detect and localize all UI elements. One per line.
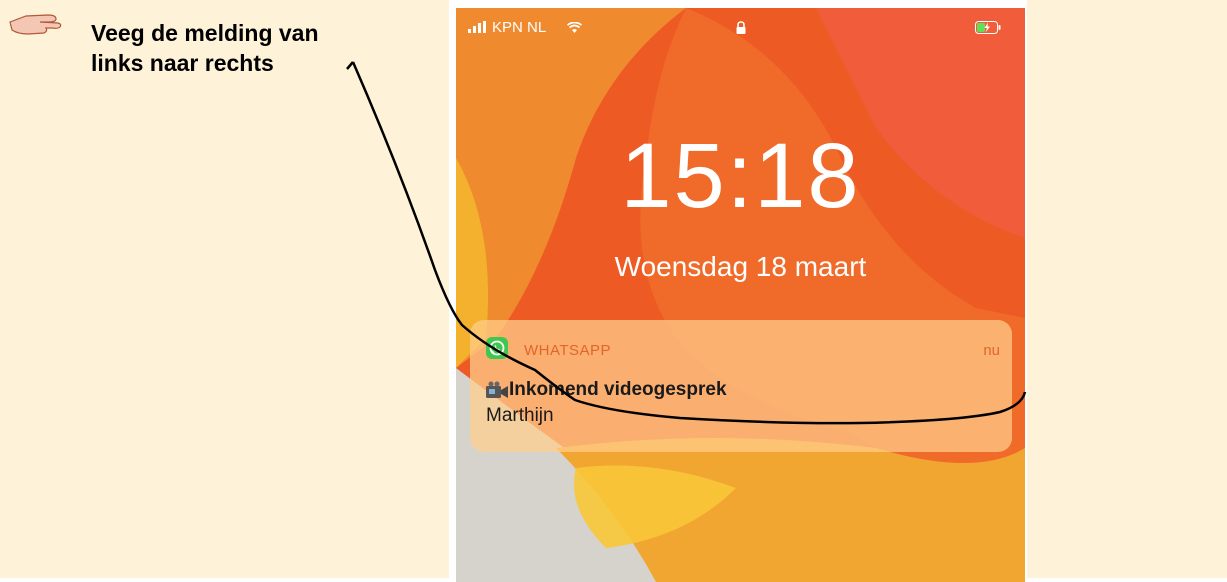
- notification-title: Inkomend videogesprek: [509, 379, 727, 400]
- iphone-lockscreen: KPN NL 15:18 Woensdag 18 maart WHATSAPP: [456, 8, 1025, 582]
- notification-app-name: WHATSAPP: [524, 342, 612, 359]
- notification-time: nu: [983, 342, 1000, 359]
- whatsapp-notification[interactable]: WHATSAPP nu Inkomend videogesprek Marthi…: [470, 320, 1012, 452]
- instruction-panel: Veeg de melding van links naar rechts: [0, 0, 449, 578]
- lockscreen-date: Woensdag 18 maart: [614, 251, 867, 282]
- instruction-line-2: links naar rechts: [91, 50, 274, 76]
- right-margin-panel: [1027, 0, 1227, 578]
- notification-sender: Marthijn: [486, 405, 554, 426]
- status-bar: KPN NL: [456, 8, 1025, 44]
- lock-icon: [736, 21, 746, 34]
- lockscreen-time: 15:18: [620, 125, 861, 227]
- pointing-hand-icon: [9, 14, 62, 35]
- video-camera-icon: [486, 381, 508, 398]
- wallpaper: [456, 8, 1025, 582]
- carrier-label: KPN NL: [492, 19, 547, 36]
- signal-icon: [468, 21, 486, 33]
- instruction-line-1: Veeg de melding van: [91, 20, 319, 46]
- wifi-icon: [567, 22, 582, 33]
- instruction-text: Veeg de melding van links naar rechts: [91, 18, 431, 78]
- battery-charging-icon: [975, 21, 1001, 34]
- whatsapp-icon: [486, 337, 508, 359]
